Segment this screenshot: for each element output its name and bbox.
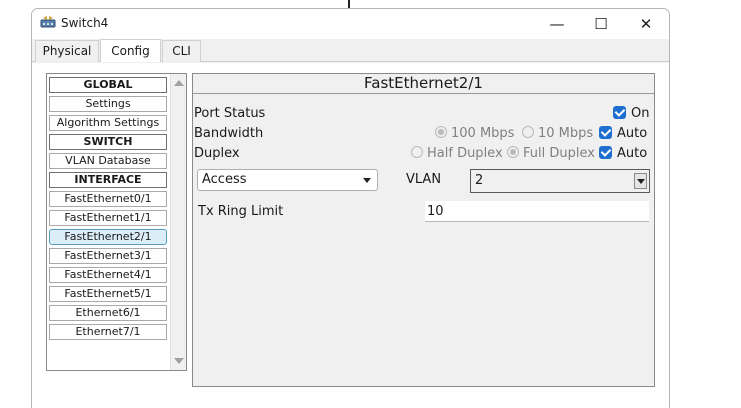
- duplex-label: Duplex: [194, 146, 240, 161]
- nav-item-fastethernet0-1[interactable]: FastEthernet0/1: [49, 191, 167, 207]
- nav-item-fastethernet2-1[interactable]: FastEthernet2/1: [49, 229, 167, 245]
- tab-cli[interactable]: CLI: [162, 40, 201, 62]
- radio-selected-icon: [435, 126, 447, 138]
- bandwidth-100-label: 100 Mbps: [451, 126, 515, 141]
- nav-item-fastethernet1-1[interactable]: FastEthernet1/1: [49, 210, 167, 226]
- tab-physical[interactable]: Physical: [35, 40, 99, 62]
- scroll-down-arrow-icon[interactable]: [174, 358, 184, 364]
- close-icon: ✕: [639, 15, 653, 33]
- nav-header-switch: SWITCH: [49, 134, 167, 150]
- bandwidth-10-label: 10 Mbps: [538, 126, 594, 141]
- nav-item-fastethernet3-1[interactable]: FastEthernet3/1: [49, 248, 167, 264]
- nav-item-settings[interactable]: Settings: [49, 96, 167, 112]
- port-status-on-checkbox[interactable]: On: [613, 106, 649, 121]
- duplex-auto-checkbox[interactable]: Auto: [599, 146, 647, 161]
- minimize-button[interactable]: —: [539, 13, 575, 35]
- config-navigation-list: GLOBAL Settings Algorithm Settings SWITC…: [46, 73, 187, 371]
- nav-header-interface: INTERFACE: [49, 172, 167, 188]
- port-status-label: Port Status: [194, 106, 266, 121]
- interface-panel: FastEthernet2/1 Port Status On Bandwidth…: [192, 73, 655, 387]
- minimize-icon: —: [549, 15, 565, 33]
- bandwidth-100-radio[interactable]: 100 Mbps: [435, 126, 514, 141]
- bandwidth-label: Bandwidth: [194, 126, 264, 141]
- config-content: GLOBAL Settings Algorithm Settings SWITC…: [32, 63, 669, 408]
- checkbox-checked-icon: [599, 126, 612, 139]
- chevron-down-icon: [363, 178, 371, 183]
- maximize-button[interactable]: ☐: [583, 13, 619, 35]
- tx-ring-limit-label: Tx Ring Limit: [198, 204, 284, 219]
- duplex-full-label: Full Duplex: [523, 146, 595, 161]
- nav-item-ethernet6-1[interactable]: Ethernet6/1: [49, 305, 167, 321]
- duplex-half-label: Half Duplex: [427, 146, 503, 161]
- title-bar[interactable]: Switch4 — ☐ ✕: [32, 9, 669, 39]
- port-mode-value: Access: [202, 172, 247, 187]
- duplex-full-radio[interactable]: Full Duplex: [507, 146, 595, 161]
- radio-unselected-icon: [411, 146, 423, 158]
- window-title: Switch4: [61, 16, 109, 30]
- nav-item-vlan-database[interactable]: VLAN Database: [49, 153, 167, 169]
- nav-item-fastethernet5-1[interactable]: FastEthernet5/1: [49, 286, 167, 302]
- tab-config[interactable]: Config: [100, 39, 161, 62]
- nav-item-algorithm-settings[interactable]: Algorithm Settings: [49, 115, 167, 131]
- dropdown-arrow-icon[interactable]: [634, 173, 647, 189]
- tx-ring-limit-input[interactable]: 10: [425, 201, 649, 222]
- switch-window: Switch4 — ☐ ✕ Physical Config CLI GLOBAL…: [31, 8, 670, 408]
- nav-item-ethernet7-1[interactable]: Ethernet7/1: [49, 324, 167, 340]
- radio-unselected-icon: [522, 126, 534, 138]
- port-status-on-label: On: [631, 106, 650, 121]
- vlan-label: VLAN: [406, 172, 442, 187]
- interface-title: FastEthernet2/1: [193, 74, 654, 94]
- close-button[interactable]: ✕: [628, 13, 664, 35]
- bandwidth-10-radio[interactable]: 10 Mbps: [522, 126, 593, 141]
- vlan-value: 2: [475, 173, 484, 188]
- checkbox-checked-icon: [599, 146, 612, 159]
- bandwidth-auto-label: Auto: [617, 126, 648, 141]
- port-mode-select[interactable]: Access: [197, 169, 378, 191]
- nav-scrollbar[interactable]: [170, 74, 186, 370]
- checkbox-checked-icon: [613, 106, 626, 119]
- nav-header-global: GLOBAL: [49, 77, 167, 93]
- bandwidth-auto-checkbox[interactable]: Auto: [599, 126, 647, 141]
- switch-app-icon: [40, 16, 56, 28]
- maximize-icon: ☐: [594, 15, 608, 33]
- duplex-auto-label: Auto: [617, 146, 648, 161]
- tab-bar: Physical Config CLI: [32, 39, 669, 62]
- background-line: [348, 0, 350, 8]
- duplex-half-radio[interactable]: Half Duplex: [411, 146, 503, 161]
- scroll-up-arrow-icon[interactable]: [174, 80, 184, 86]
- vlan-select[interactable]: 2: [470, 169, 650, 193]
- nav-item-fastethernet4-1[interactable]: FastEthernet4/1: [49, 267, 167, 283]
- radio-selected-icon: [507, 146, 519, 158]
